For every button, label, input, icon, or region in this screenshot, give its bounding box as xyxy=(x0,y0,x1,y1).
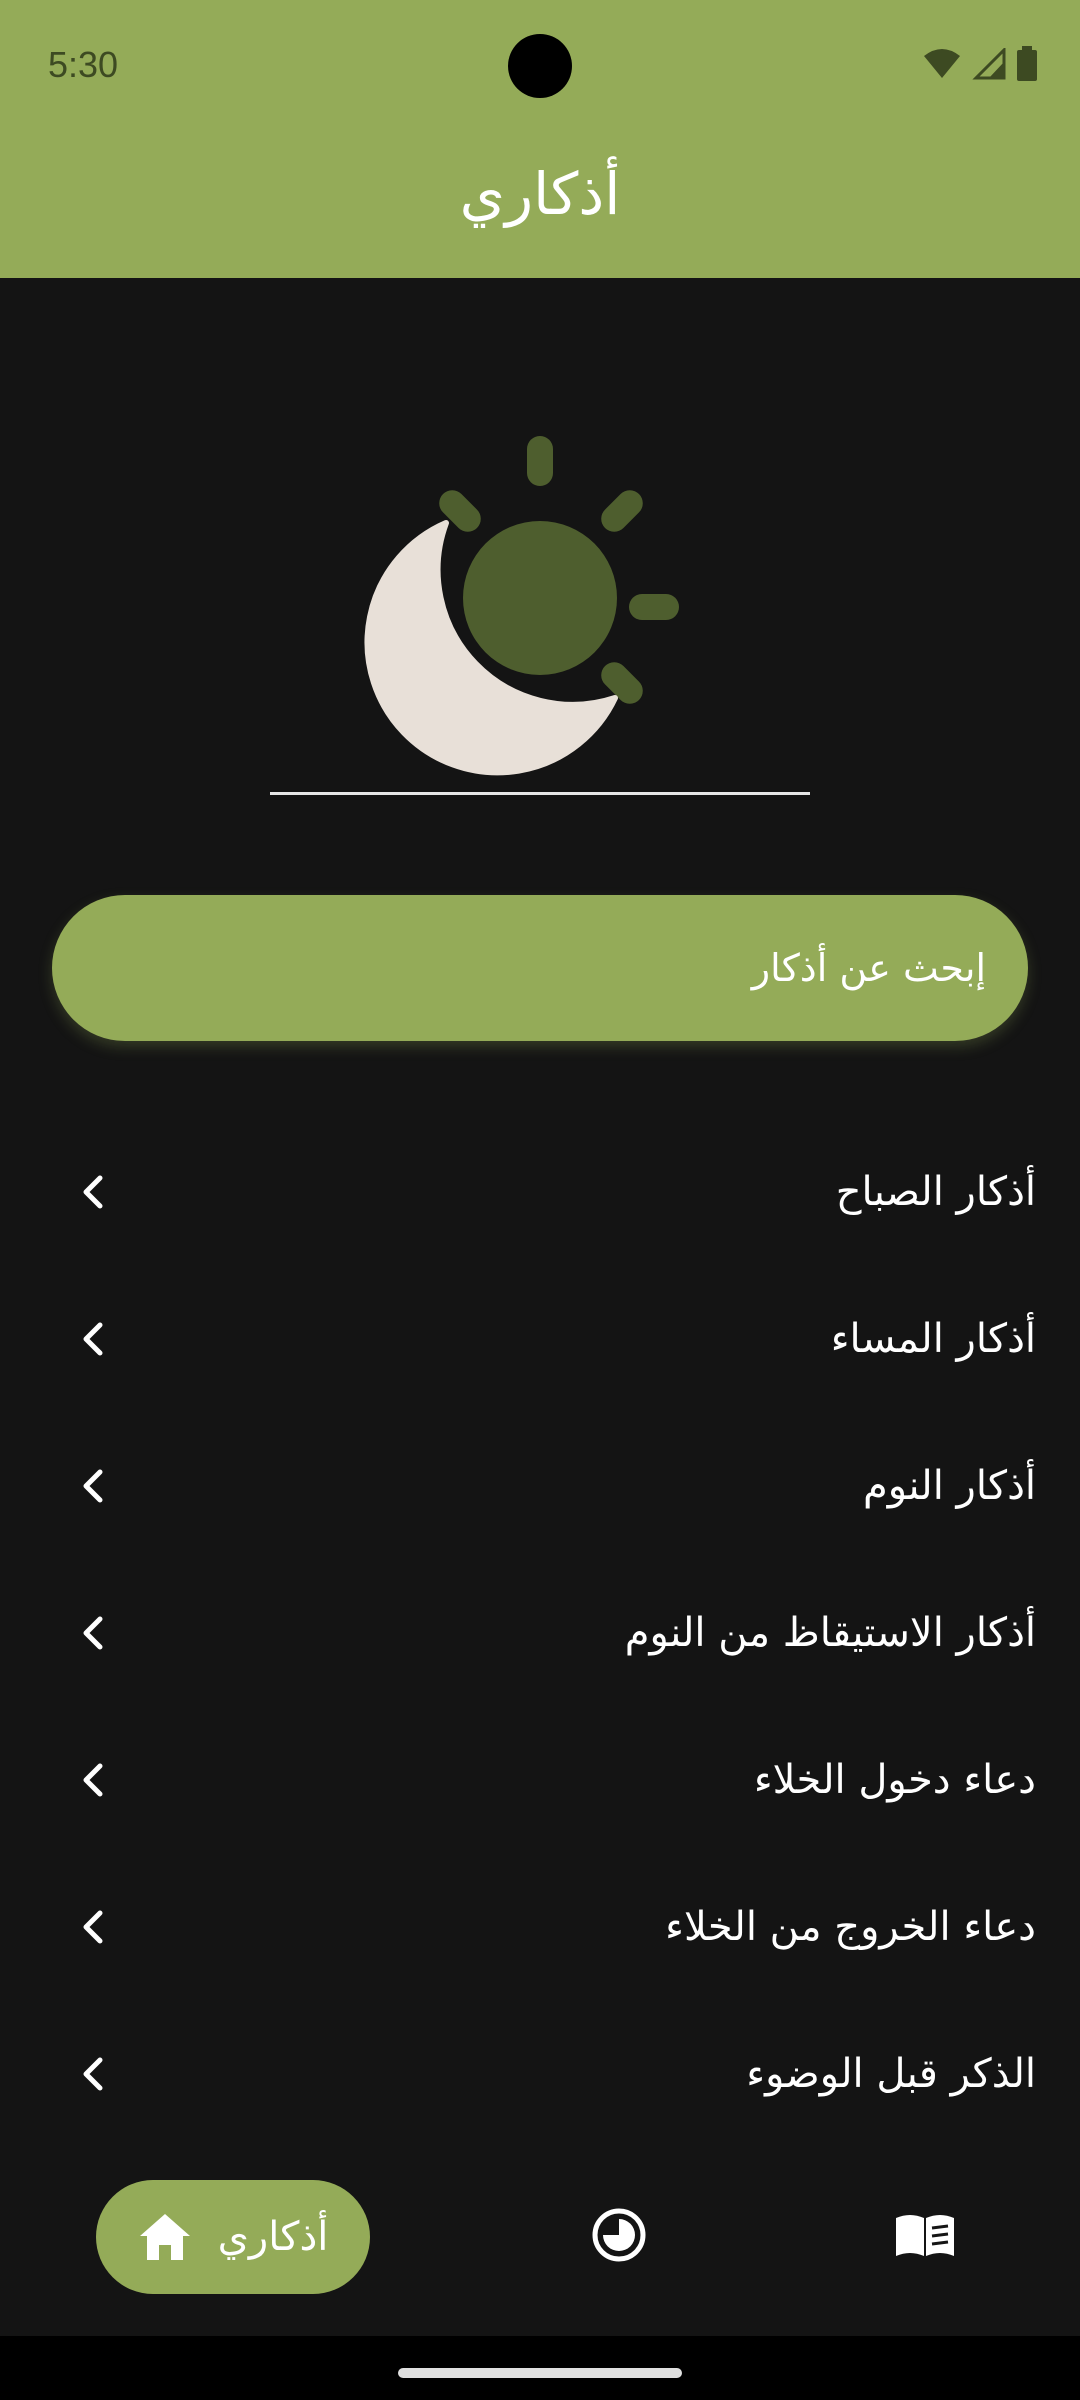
clock-icon xyxy=(592,2208,646,2262)
list-item-label: أذكار المساء xyxy=(830,1315,1036,1362)
list-item-label: أذكار الصباح xyxy=(835,1168,1036,1215)
chevron-left-icon xyxy=(83,1910,103,1943)
cell-signal-icon xyxy=(972,48,1006,80)
list-item[interactable]: أذكار النوم xyxy=(0,1412,1080,1559)
nav-home-button[interactable]: أذكاري xyxy=(96,2180,370,2294)
list-item[interactable]: الذكر قبل الوضوء xyxy=(0,2000,1080,2147)
bottom-navigation: أذكاري xyxy=(0,2150,1080,2336)
list-item-label: أذكار الاستيقاظ من النوم xyxy=(624,1609,1036,1656)
chevron-left-icon xyxy=(83,1322,103,1355)
status-time: 5:30 xyxy=(48,44,119,85)
gesture-navigation-area xyxy=(0,2336,1080,2400)
camera-cutout xyxy=(508,34,572,98)
list-item[interactable]: أذكار الصباح xyxy=(0,1118,1080,1265)
screen: 5:30 أذكاري إبحث عن أذكار أذكار الصباح أ… xyxy=(0,0,1080,2400)
home-icon xyxy=(139,2214,190,2260)
hero-section xyxy=(0,278,1080,868)
page-title: أذكاري xyxy=(459,160,621,228)
list-item[interactable]: دعاء الخروج من الخلاء xyxy=(0,1853,1080,2000)
nav-book-button[interactable] xyxy=(890,2200,960,2270)
hero-divider xyxy=(270,792,810,795)
wifi-icon xyxy=(924,49,960,78)
list-item-label: دعاء دخول الخلاء xyxy=(753,1756,1036,1803)
app-header: 5:30 أذكاري xyxy=(0,0,1080,278)
battery-icon xyxy=(1017,46,1037,81)
chevron-left-icon xyxy=(83,1469,103,1502)
list-item[interactable]: أذكار المساء xyxy=(0,1265,1080,1412)
chevron-left-icon xyxy=(83,1616,103,1649)
list-item[interactable]: دعاء دخول الخلاء xyxy=(0,1706,1080,1853)
gesture-handle[interactable] xyxy=(398,2368,682,2378)
moon-sun-icon xyxy=(364,436,679,776)
status-icons xyxy=(922,46,1038,82)
list-item[interactable]: أذكار الاستيقاظ من النوم xyxy=(0,1559,1080,1706)
list-item-label: الذكر قبل الوضوء xyxy=(746,2050,1036,2097)
azkar-list: أذكار الصباح أذكار المساء أذكار النوم أذ… xyxy=(0,1118,1080,2147)
chevron-left-icon xyxy=(83,1763,103,1796)
nav-home-label: أذكاري xyxy=(217,2214,329,2260)
chevron-left-icon xyxy=(83,2057,103,2090)
search-bar[interactable]: إبحث عن أذكار xyxy=(52,895,1028,1041)
chevron-left-icon xyxy=(83,1175,103,1208)
nav-clock-button[interactable] xyxy=(584,2200,654,2270)
book-icon xyxy=(896,2215,954,2256)
search-placeholder: إبحث عن أذكار xyxy=(751,946,986,990)
list-item-label: أذكار النوم xyxy=(863,1462,1036,1509)
list-item-label: دعاء الخروج من الخلاء xyxy=(665,1903,1036,1950)
